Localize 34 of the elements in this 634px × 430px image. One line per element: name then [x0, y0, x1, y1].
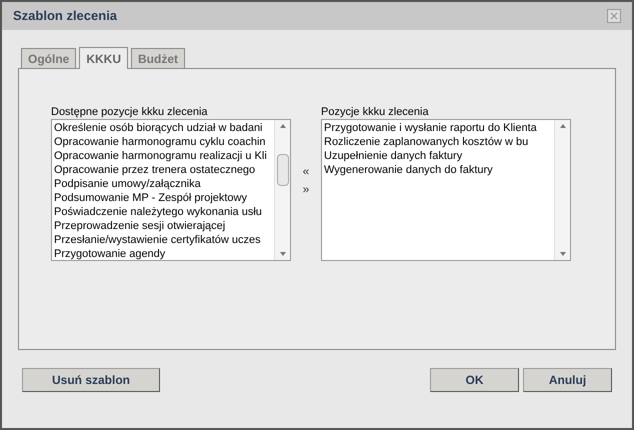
scrollbar[interactable] — [274, 120, 290, 260]
list-box[interactable] — [51, 119, 291, 261]
list-item[interactable]: Opracowanie harmonogramu cyklu coachin — [54, 135, 274, 149]
list-item[interactable]: Podsumowanie MP - Zespół projektowy — [54, 191, 274, 205]
list-label: Dostępne pozycje kkku zlecenia — [51, 105, 209, 119]
list-item[interactable]: Przesłanie/wystawienie certyfikatów uczes — [54, 233, 274, 247]
list-item[interactable]: Opracowanie przez trenera ostatecznego — [54, 163, 274, 177]
list-item[interactable]: Przygotowanie i wysłanie raportu do Klienta — [324, 121, 554, 135]
list-item[interactable]: Uzupełnienie danych faktury — [324, 149, 554, 163]
list-item[interactable]: Poświadczenie należytego wykonania usłu — [54, 205, 274, 219]
dialog-button[interactable]: OK — [430, 368, 519, 392]
delete-template-button[interactable]: Usuń szablon — [22, 368, 160, 392]
scroll-down-icon[interactable] — [280, 252, 286, 256]
scrollbar[interactable] — [554, 120, 570, 260]
list-item[interactable]: Podpisanie umowy/załącznika — [54, 177, 274, 191]
scroll-up-icon[interactable] — [560, 124, 566, 128]
scroll-up-icon[interactable] — [280, 124, 286, 128]
move-button[interactable]: » — [302, 183, 310, 195]
list-item[interactable]: Wygenerowanie danych do faktury — [324, 163, 554, 177]
window-title: Szablon zlecenia — [13, 7, 118, 26]
tab[interactable]: KKKU — [79, 47, 128, 69]
scroll-thumb[interactable] — [276, 154, 288, 186]
scroll-down-icon[interactable] — [560, 252, 566, 256]
list-box[interactable]: Przygotowanie i wysłanie raportu do Klienta Rozliczenie zaplanowanych kosztów w bu Uzupełnienie danych faktury Wygenerowanie danych do faktury — [321, 119, 571, 261]
dialog-button[interactable]: Anuluj — [523, 368, 612, 392]
list-item[interactable]: Przygotowanie agendy — [54, 247, 274, 260]
list-item[interactable]: Określenie osób biorących udział w badani — [54, 121, 274, 135]
move-button[interactable]: « — [302, 165, 310, 177]
list-item[interactable]: Rozliczenie zaplanowanych kosztów w bu — [324, 135, 554, 149]
list-item[interactable]: Przeprowadzenie sesji otwierającej — [54, 219, 274, 233]
close-button[interactable] — [607, 9, 621, 23]
close-icon — [610, 12, 618, 20]
list-label: Pozycje kkku zlecenia — [321, 105, 430, 119]
list-item[interactable]: Opracowanie harmonogramu realizacji u Kli — [54, 149, 274, 163]
